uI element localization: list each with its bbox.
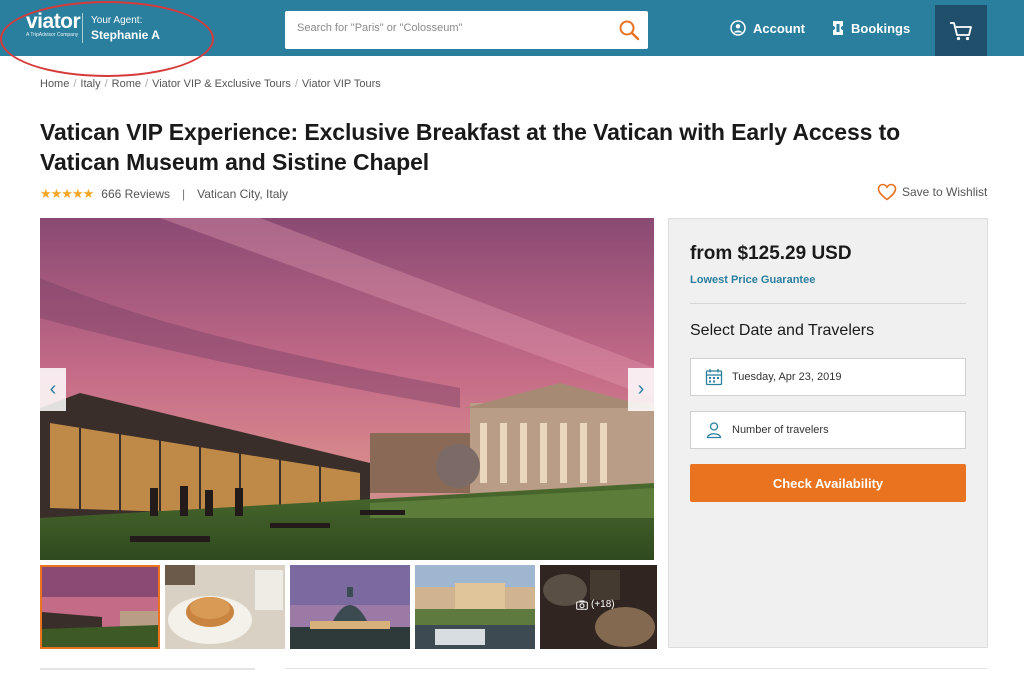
account-link[interactable]: Account — [730, 20, 805, 36]
st-peters-dome-thumb-image — [290, 565, 410, 649]
user-circle-icon — [730, 20, 746, 36]
lowest-price-guarantee-link[interactable]: Lowest Price Guarantee — [690, 274, 815, 286]
agent-label: Your Agent: — [91, 15, 143, 26]
breadcrumb-separator: / — [104, 78, 108, 90]
date-picker-field[interactable]: Tuesday, Apr 23, 2019 — [690, 358, 966, 396]
breadcrumb-italy[interactable]: Italy — [80, 78, 100, 90]
search-box — [285, 11, 648, 49]
heart-icon — [877, 183, 897, 201]
breakfast-plate-thumb-image — [165, 565, 285, 649]
check-availability-button[interactable]: Check Availability — [690, 464, 966, 502]
breadcrumb-separator: / — [294, 78, 298, 90]
select-date-travelers-heading: Select Date and Travelers — [690, 322, 875, 339]
thumbnail-1[interactable] — [40, 565, 160, 649]
agent-name: Stephanie A — [91, 28, 160, 42]
thumbnail-2[interactable] — [165, 565, 285, 649]
bookings-link[interactable]: Bookings — [832, 20, 910, 36]
section-divider-right — [285, 668, 988, 669]
review-count[interactable]: 666 Reviews — [101, 187, 170, 201]
booking-panel: from $125.29 USD Lowest Price Guarantee … — [668, 218, 988, 648]
vatican-courtyard-photo — [40, 218, 654, 560]
chevron-right-icon: › — [637, 378, 645, 400]
thumbnail-5[interactable]: (+18) — [540, 565, 660, 649]
person-icon — [706, 422, 722, 439]
account-label: Account — [753, 20, 805, 36]
bookings-label: Bookings — [851, 20, 911, 36]
breadcrumb-rome[interactable]: Rome — [112, 78, 141, 90]
logo-wordmark: viator — [26, 10, 81, 33]
main-photo[interactable]: ‹ › — [40, 218, 654, 560]
breadcrumb: Home / Italy / Rome / Viator VIP & Exclu… — [40, 78, 381, 90]
breadcrumb-separator: / — [73, 78, 77, 90]
courtyard-sunset-thumb-image — [42, 567, 158, 647]
calendar-icon — [705, 369, 723, 386]
thumbnail-3[interactable] — [290, 565, 410, 649]
selected-date: Tuesday, Apr 23, 2019 — [732, 371, 842, 383]
breadcrumb-vip-tours[interactable]: Viator VIP Tours — [302, 78, 381, 90]
panel-divider — [690, 303, 966, 304]
top-header: viator A TripAdvisor Company Your Agent:… — [0, 0, 1024, 56]
rating-row: ★★★★★ 666 Reviews | Vatican City, Italy — [40, 186, 288, 202]
save-to-wishlist-button[interactable]: Save to Wishlist — [877, 183, 987, 201]
viator-logo[interactable]: viator A TripAdvisor Company — [26, 10, 81, 39]
search-icon[interactable] — [618, 19, 640, 41]
thumbnail-strip: (+18) — [40, 565, 660, 649]
next-photo-button[interactable]: › — [628, 368, 654, 411]
price: from $125.29 USD — [690, 243, 852, 264]
more-photos-count: (+18) — [591, 599, 615, 610]
cart-button[interactable] — [935, 5, 987, 56]
cart-icon — [950, 21, 972, 40]
breadcrumb-separator: / — [145, 78, 149, 90]
search-input[interactable] — [297, 22, 597, 34]
breadcrumb-home[interactable]: Home — [40, 78, 69, 90]
chevron-left-icon: ‹ — [49, 378, 57, 400]
product-location: Vatican City, Italy — [197, 187, 289, 201]
thumbnail-4[interactable] — [415, 565, 535, 649]
section-divider-left — [40, 668, 255, 670]
row-separator: | — [181, 187, 186, 201]
more-photos-badge: (+18) — [576, 599, 615, 610]
previous-photo-button[interactable]: ‹ — [40, 368, 66, 411]
travelers-placeholder: Number of travelers — [732, 424, 829, 436]
agent-info: Your Agent: Stephanie A — [91, 14, 160, 43]
travelers-field[interactable]: Number of travelers — [690, 411, 966, 449]
camera-icon — [576, 600, 588, 610]
museum-courtyard-thumb-image — [415, 565, 535, 649]
logo-tagline: A TripAdvisor Company — [26, 32, 79, 38]
wishlist-label: Save to Wishlist — [902, 185, 988, 199]
product-title: Vatican VIP Experience: Exclusive Breakf… — [40, 119, 901, 175]
ticket-icon — [833, 21, 843, 35]
star-rating: ★★★★★ — [40, 186, 94, 201]
agent-divider — [82, 13, 83, 43]
breadcrumb-vip-exclusive[interactable]: Viator VIP & Exclusive Tours — [152, 78, 291, 90]
